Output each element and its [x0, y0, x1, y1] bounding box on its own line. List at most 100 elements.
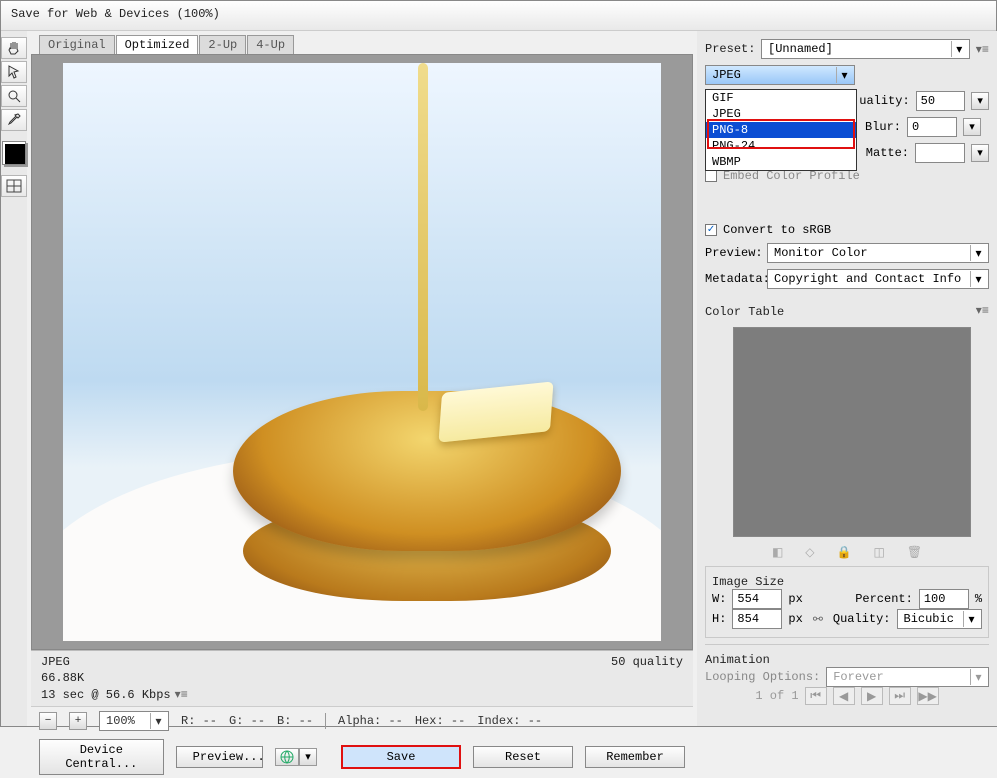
window-title: Save for Web & Devices (100%)	[11, 7, 220, 21]
ct-lock-icon[interactable]: 🔒	[837, 545, 852, 560]
readout-index: Index: --	[477, 714, 542, 728]
ct-trash-icon[interactable]: 🗑	[907, 545, 922, 560]
format-select[interactable]: JPEG ▾	[705, 65, 855, 85]
percent-input[interactable]: 100	[919, 589, 969, 609]
format-option-png8[interactable]: PNG-8	[706, 122, 856, 138]
h-px: px	[788, 612, 802, 626]
readout-g: G: --	[229, 714, 265, 728]
zoom-out-button[interactable]: −	[39, 712, 57, 730]
toggle-slices-button[interactable]	[1, 175, 27, 197]
image-size-title: Image Size	[712, 575, 982, 589]
image-preview[interactable]	[63, 63, 661, 641]
tab-4up[interactable]: 4-Up	[247, 35, 294, 54]
format-row: JPEG ▾	[705, 65, 989, 85]
tab-original[interactable]: Original	[39, 35, 115, 54]
chevron-down-icon: ▾	[951, 41, 967, 57]
anim-next-button[interactable]: ▶	[861, 687, 883, 705]
remember-button[interactable]: Remember	[585, 746, 685, 768]
zoom-tool[interactable]	[1, 85, 27, 107]
preview-pancake-top	[233, 391, 621, 551]
embed-row: Embed Color Profile	[705, 169, 989, 183]
readout-b: B: --	[277, 714, 313, 728]
metadata-select[interactable]: Copyright and Contact Info ▾	[767, 269, 989, 289]
ct-map-icon[interactable]: ◇	[805, 545, 814, 560]
percent-sign: %	[975, 592, 982, 606]
color-table-area	[733, 327, 971, 537]
preset-value: [Unnamed]	[768, 42, 833, 56]
ct-new-icon[interactable]: ◫	[873, 545, 884, 560]
preset-select[interactable]: [Unnamed] ▾	[761, 39, 970, 59]
matte-swatch[interactable]	[915, 143, 965, 163]
format-option-wbmp[interactable]: WBMP	[706, 154, 856, 170]
resample-value: Bicubic	[904, 612, 954, 626]
foreground-color-swatch[interactable]	[2, 141, 26, 165]
format-option-png24[interactable]: PNG-24	[706, 138, 856, 154]
chevron-down-icon: ▾	[963, 611, 979, 627]
blur-input[interactable]: 0	[907, 117, 957, 137]
save-button[interactable]: Save	[341, 745, 461, 769]
content-area: Original Optimized 2-Up 4-Up JPEG 5	[1, 31, 996, 726]
preset-label: Preset:	[705, 42, 755, 56]
quality-dropdown[interactable]: ▾	[971, 92, 989, 110]
browser-preview-dropdown[interactable]: ▾	[299, 748, 317, 766]
animation-group: Animation Looping Options: Forever ▾ 1 o…	[705, 644, 989, 705]
link-icon[interactable]: ⚯	[813, 612, 823, 627]
anim-play-button[interactable]: ▶▶	[917, 687, 939, 705]
slice-select-tool[interactable]	[1, 61, 27, 83]
blur-label: Blur:	[861, 120, 901, 134]
slices-icon	[6, 179, 22, 193]
embed-checkbox[interactable]	[705, 170, 717, 182]
format-option-gif[interactable]: GIF	[706, 90, 856, 106]
info-size: 66.88K	[41, 671, 683, 685]
chevron-down-icon: ▾	[970, 271, 986, 287]
reset-button[interactable]: Reset	[473, 746, 573, 768]
format-dropdown: GIF JPEG PNG-8 PNG-24 WBMP	[705, 89, 857, 171]
tab-optimized[interactable]: Optimized	[116, 35, 199, 54]
matte-label: Matte:	[866, 146, 909, 160]
anim-first-button[interactable]: ⏮	[805, 687, 827, 705]
srgb-label: Convert to sRGB	[723, 223, 831, 237]
info-format: JPEG	[41, 655, 70, 669]
color-table-menu-icon[interactable]: ▾≡	[976, 303, 989, 318]
metadata-label: Metadata:	[705, 272, 761, 286]
preset-row: Preset: [Unnamed] ▾ ▾≡	[705, 39, 989, 59]
preview-select[interactable]: Monitor Color ▾	[767, 243, 989, 263]
blur-dropdown[interactable]: ▾	[963, 118, 981, 136]
center-column: Original Optimized 2-Up 4-Up JPEG 5	[27, 31, 697, 726]
embed-label: Embed Color Profile	[723, 169, 860, 183]
ct-select-icon[interactable]: ◧	[772, 545, 783, 560]
loop-select[interactable]: Forever ▾	[826, 667, 989, 687]
image-size-group: Image Size W: 554 px Percent: 100 % H: 8…	[705, 566, 989, 638]
zoom-select[interactable]: 100% ▾	[99, 711, 169, 731]
color-table-header: Color Table ▾≡	[705, 301, 989, 319]
left-tool-strip	[1, 31, 27, 726]
color-table-toolbar: ◧ ◇ 🔒 ◫ 🗑	[705, 545, 989, 560]
quality-input[interactable]: 50	[916, 91, 966, 111]
animation-pager: 1 of 1 ⏮ ◀ ▶ ⏭ ▶▶	[705, 687, 989, 705]
preset-menu-icon[interactable]: ▾≡	[976, 42, 989, 57]
resample-select[interactable]: Bicubic ▾	[897, 609, 983, 629]
height-input[interactable]: 854	[732, 609, 782, 629]
width-input[interactable]: 554	[732, 589, 782, 609]
preview-value: Monitor Color	[774, 246, 868, 260]
eyedropper-tool[interactable]	[1, 109, 27, 131]
animation-title: Animation	[705, 653, 989, 667]
zoom-in-button[interactable]: +	[69, 712, 87, 730]
device-central-button[interactable]: Device Central...	[39, 739, 164, 775]
tab-2up[interactable]: 2-Up	[199, 35, 246, 54]
quality-label: uality:	[859, 94, 909, 108]
hand-tool[interactable]	[1, 37, 27, 59]
resample-quality-label: Quality:	[833, 612, 891, 626]
hand-icon	[6, 40, 22, 56]
preview-row: Preview: Monitor Color ▾	[705, 243, 989, 263]
info-menu-icon[interactable]: ▾≡	[175, 687, 188, 702]
globe-icon	[279, 749, 295, 765]
matte-dropdown[interactable]: ▾	[971, 144, 989, 162]
magnifier-icon	[6, 88, 22, 104]
browser-preview-button[interactable]	[275, 748, 299, 766]
anim-prev-button[interactable]: ◀	[833, 687, 855, 705]
srgb-checkbox[interactable]: ✓	[705, 224, 717, 236]
preview-button[interactable]: Preview...	[176, 746, 263, 768]
format-option-jpeg[interactable]: JPEG	[706, 106, 856, 122]
anim-last-button[interactable]: ⏭	[889, 687, 911, 705]
